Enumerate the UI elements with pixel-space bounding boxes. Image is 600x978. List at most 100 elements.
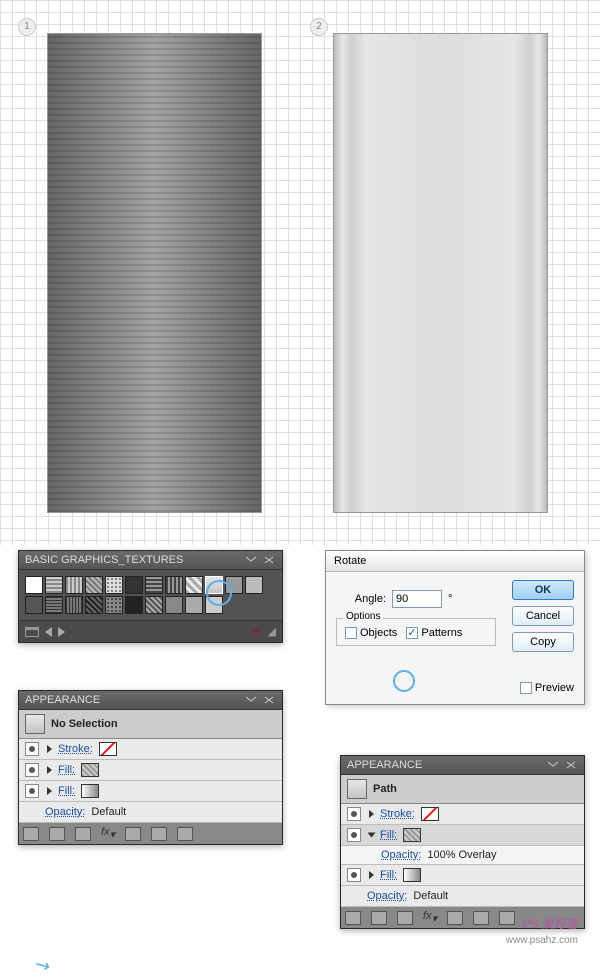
opacity-value[interactable]: 100% Overlay (427, 849, 496, 861)
fill-swatch[interactable] (81, 784, 99, 798)
angle-input[interactable] (392, 590, 442, 608)
appearance-stroke-row[interactable]: Stroke: (341, 804, 584, 825)
panel-collapse-icon[interactable] (546, 760, 560, 770)
stroke-label[interactable]: Stroke: (380, 808, 415, 820)
artwork-rectangle-2[interactable] (333, 33, 548, 513)
stroke-label[interactable]: Stroke: (58, 743, 93, 755)
add-stroke-icon[interactable] (371, 911, 387, 925)
disclosure-open-icon[interactable] (368, 833, 376, 838)
add-stroke-icon[interactable] (49, 827, 65, 841)
visibility-toggle-icon[interactable] (25, 742, 39, 756)
stroke-swatch[interactable] (99, 742, 117, 756)
clear-icon[interactable] (125, 827, 141, 841)
opacity-label[interactable]: Opacity: (367, 890, 407, 902)
patterns-checkbox[interactable] (406, 627, 418, 639)
disclosure-icon[interactable] (47, 787, 52, 795)
swatch[interactable] (185, 576, 203, 594)
fx-icon[interactable]: fx▾ (423, 910, 437, 925)
delete-icon[interactable] (177, 827, 193, 841)
swatch[interactable] (125, 576, 143, 594)
opacity-value[interactable]: Default (413, 890, 448, 902)
appearance-opacity-row[interactable]: Opacity: Default (341, 886, 584, 907)
duplicate-icon[interactable] (473, 911, 489, 925)
swatch[interactable] (65, 576, 83, 594)
swatch[interactable] (225, 576, 243, 594)
swatch[interactable] (245, 576, 263, 594)
new-art-icon[interactable] (345, 911, 361, 925)
panel-close-icon[interactable] (262, 695, 276, 705)
appearance-panel-header[interactable]: APPEARANCE (19, 691, 282, 710)
swatch[interactable] (85, 596, 103, 614)
opacity-label[interactable]: Opacity: (45, 806, 85, 818)
visibility-toggle-icon[interactable] (25, 784, 39, 798)
panel-collapse-icon[interactable] (244, 555, 258, 565)
appearance-opacity-row[interactable]: Opacity: Default (19, 802, 282, 823)
visibility-toggle-icon[interactable] (347, 828, 361, 842)
delete-icon[interactable] (499, 911, 515, 925)
swatch[interactable] (25, 576, 43, 594)
preview-row[interactable]: Preview (520, 682, 574, 694)
swatch[interactable] (25, 596, 43, 614)
fill-label[interactable]: Fill: (380, 869, 397, 881)
swatch[interactable] (85, 576, 103, 594)
swatch-selected[interactable] (205, 576, 223, 594)
objects-checkbox[interactable] (345, 627, 357, 639)
disclosure-icon[interactable] (47, 745, 52, 753)
fill-label[interactable]: Fill: (380, 829, 397, 841)
visibility-toggle-icon[interactable] (347, 807, 361, 821)
swatch[interactable] (105, 596, 123, 614)
fill-label[interactable]: Fill: (58, 764, 75, 776)
swatch[interactable] (125, 596, 143, 614)
add-fill-icon[interactable] (75, 827, 91, 841)
delete-swatch-icon[interactable]: ✂ (252, 625, 261, 638)
copy-button[interactable]: Copy (512, 632, 574, 652)
stroke-swatch[interactable] (421, 807, 439, 821)
fx-icon[interactable]: fx▾ (101, 826, 115, 841)
patterns-checkbox-label[interactable]: Patterns (406, 627, 462, 639)
artwork-rectangle-1[interactable] (47, 33, 262, 513)
swatch-view-icon[interactable] (25, 627, 39, 637)
fill-swatch[interactable] (81, 763, 99, 777)
appearance-fill-row[interactable]: Fill: (19, 760, 282, 781)
swatch[interactable] (45, 576, 63, 594)
clear-icon[interactable] (447, 911, 463, 925)
visibility-toggle-icon[interactable] (25, 763, 39, 777)
swatch[interactable] (145, 576, 163, 594)
swatch[interactable] (165, 596, 183, 614)
fill-label[interactable]: Fill: (58, 785, 75, 797)
appearance-opacity-subrow[interactable]: Opacity: 100% Overlay (341, 846, 584, 865)
fill-swatch[interactable] (403, 868, 421, 882)
next-icon[interactable] (58, 627, 65, 637)
objects-checkbox-label[interactable]: Objects (345, 627, 397, 639)
swatch[interactable] (165, 576, 183, 594)
appearance-fill-row-2[interactable]: Fill: (341, 865, 584, 886)
appearance-fill-row-expanded[interactable]: Fill: (341, 825, 584, 846)
appearance-stroke-row[interactable]: Stroke: (19, 739, 282, 760)
duplicate-icon[interactable] (151, 827, 167, 841)
disclosure-icon[interactable] (369, 871, 374, 879)
preview-checkbox[interactable] (520, 682, 532, 694)
add-fill-icon[interactable] (397, 911, 413, 925)
ok-button[interactable]: OK (512, 580, 574, 600)
swatches-grid[interactable] (19, 570, 282, 620)
swatches-panel-header[interactable]: BASIC GRAPHICS_TEXTURES (19, 551, 282, 570)
visibility-toggle-icon[interactable] (347, 868, 361, 882)
disclosure-icon[interactable] (369, 810, 374, 818)
prev-icon[interactable] (45, 627, 52, 637)
appearance-fill-row-2[interactable]: Fill: (19, 781, 282, 802)
panel-close-icon[interactable] (564, 760, 578, 770)
appearance-panel-header[interactable]: APPEARANCE (341, 756, 584, 775)
opacity-value[interactable]: Default (91, 806, 126, 818)
opacity-label[interactable]: Opacity: (381, 849, 421, 861)
swatch[interactable] (205, 596, 223, 614)
swatch[interactable] (145, 596, 163, 614)
fill-swatch[interactable] (403, 828, 421, 842)
swatch[interactable] (105, 576, 123, 594)
swatch[interactable] (185, 596, 203, 614)
disclosure-icon[interactable] (47, 766, 52, 774)
cancel-button[interactable]: Cancel (512, 606, 574, 626)
panel-collapse-icon[interactable] (244, 695, 258, 705)
panel-resize-icon[interactable]: ◢ (268, 625, 276, 638)
swatch[interactable] (65, 596, 83, 614)
swatch[interactable] (45, 596, 63, 614)
